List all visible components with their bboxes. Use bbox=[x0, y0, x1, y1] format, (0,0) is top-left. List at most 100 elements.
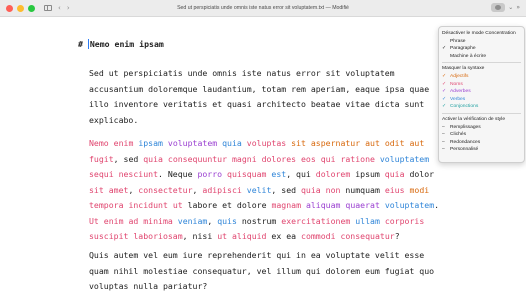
word-token: laboriosam bbox=[133, 231, 183, 241]
word-token: numquam bbox=[345, 184, 385, 195]
paragraph-line: quam nihil molestiae consequatur, vel il… bbox=[89, 265, 435, 276]
word-token: suscipit bbox=[89, 231, 134, 241]
paragraph-line: tempora incidunt ut labore et dolore mag… bbox=[89, 198, 509, 214]
word-token: amet bbox=[108, 184, 129, 195]
menu-item-fillers[interactable]: – Remplissages bbox=[439, 124, 524, 132]
word-token: aut bbox=[409, 138, 425, 148]
menu-item-conjunctions[interactable]: ✓ Conjonctions bbox=[439, 103, 524, 111]
word-token: minima bbox=[143, 215, 178, 226]
word-token: eius bbox=[384, 184, 410, 195]
word-token: ratione bbox=[340, 153, 380, 164]
word-token: ut bbox=[217, 231, 232, 241]
word-token: odit bbox=[384, 138, 410, 148]
word-token: , qui bbox=[286, 169, 316, 179]
word-token: magnam bbox=[271, 200, 306, 210]
menu-item-mask-syntax[interactable]: Masquer la syntaxe bbox=[439, 65, 524, 73]
word-token: ullam bbox=[355, 215, 385, 226]
paragraph-line: sequi nesciunt. Neque porro quisquam est… bbox=[89, 167, 509, 183]
word-token: veniam bbox=[177, 215, 208, 226]
word-token: quia bbox=[384, 169, 410, 179]
word-token: voluptatem bbox=[384, 200, 435, 210]
word-token: velit bbox=[246, 184, 272, 195]
word-token: fugit bbox=[89, 153, 114, 164]
word-token: dolores bbox=[261, 153, 301, 164]
checkmark-icon: ✓ bbox=[442, 81, 447, 87]
word-token: ipsam bbox=[138, 138, 168, 148]
paragraph-3: Quis autem vel eum iure reprehenderit qu… bbox=[89, 248, 509, 295]
menu-separator bbox=[442, 112, 521, 114]
menu-item-label: Noms bbox=[450, 81, 463, 87]
word-token: voluptas bbox=[246, 138, 292, 148]
word-token: ad bbox=[128, 215, 144, 226]
word-token: enim bbox=[103, 215, 129, 226]
menu-item-enable-style-check[interactable]: Activer la vérification de style bbox=[439, 116, 524, 124]
menu-item-paragraph[interactable]: ✓ Paragraphe bbox=[439, 45, 524, 53]
word-token: ut bbox=[172, 200, 188, 210]
word-token: sequi bbox=[89, 169, 119, 179]
menu-item-adverbs[interactable]: ✓ Adverbes bbox=[439, 88, 524, 96]
window-titlebar: ‹ › Sed ut perspiciatis unde omnis iste … bbox=[0, 0, 526, 17]
word-token: commodi bbox=[301, 231, 341, 241]
word-token: dolor bbox=[409, 169, 435, 179]
word-token: porro bbox=[197, 169, 228, 179]
menu-item-cliches[interactable]: – Clichés bbox=[439, 131, 524, 139]
heading-rest: emo enim ipsam bbox=[94, 39, 164, 49]
toolbar-right: ⌄ » bbox=[491, 3, 520, 12]
word-token: eos bbox=[301, 153, 321, 164]
word-token: aspernatur bbox=[310, 138, 366, 148]
menu-item-label: Verbes bbox=[450, 96, 466, 102]
focus-mode-button[interactable] bbox=[491, 3, 506, 12]
dash-icon: – bbox=[442, 132, 445, 138]
zoom-button[interactable] bbox=[28, 4, 35, 12]
menu-item-label: Adverbes bbox=[450, 89, 471, 95]
word-token: adipisci bbox=[202, 184, 247, 195]
close-button[interactable] bbox=[6, 4, 13, 12]
paragraph-line: suscipit laboriosam, nisi ut aliquid ex … bbox=[89, 229, 509, 245]
word-token: labore bbox=[187, 200, 223, 210]
word-token: est bbox=[271, 169, 287, 179]
word-token: nesciunt bbox=[118, 169, 159, 179]
paragraph-line: Quis autem vel eum iure reprehenderit qu… bbox=[89, 250, 425, 260]
forward-button[interactable]: › bbox=[67, 3, 70, 13]
focus-dropdown-icon[interactable]: ⌄ bbox=[508, 4, 513, 11]
word-token: , bbox=[207, 215, 218, 226]
menu-item-phrase[interactable]: Phrase bbox=[439, 38, 524, 46]
word-token: ipsum bbox=[355, 169, 385, 179]
document-heading: # Nemo enim ipsam bbox=[78, 39, 164, 49]
word-token: quia bbox=[143, 153, 168, 164]
word-token: aliquid bbox=[231, 231, 272, 241]
menu-item-label: Adjectifs bbox=[450, 73, 469, 79]
sidebar-toggle-icon[interactable] bbox=[44, 5, 52, 11]
menu-separator bbox=[442, 62, 521, 64]
menu-item-verbs[interactable]: ✓ Verbes bbox=[439, 96, 524, 104]
word-token: qui bbox=[320, 153, 341, 164]
word-token: modi bbox=[409, 184, 430, 195]
checkmark-icon: ✓ bbox=[442, 89, 447, 95]
menu-item-label: Remplissages bbox=[450, 124, 481, 130]
word-token: ea bbox=[286, 231, 302, 241]
word-token: quia bbox=[301, 184, 326, 195]
menu-item-disable-focus[interactable]: Désactiver le mode Concentration bbox=[439, 30, 524, 38]
word-token: et bbox=[222, 200, 237, 210]
checkmark-icon: ✓ bbox=[442, 96, 447, 102]
menu-item-label: Personnalisé bbox=[450, 147, 479, 153]
minimize-button[interactable] bbox=[17, 4, 24, 12]
word-token: Ut bbox=[89, 215, 104, 226]
word-token: consequuntur bbox=[167, 153, 232, 164]
word-token: sit bbox=[291, 138, 311, 148]
menu-item-redundancies[interactable]: – Redondances bbox=[439, 139, 524, 147]
word-token: corporis bbox=[384, 215, 425, 226]
menu-item-custom[interactable]: – Personnalisé bbox=[439, 146, 524, 154]
paragraph-line: voluptas nulla pariatur? bbox=[89, 281, 208, 291]
menu-item-label: Machine à écrire bbox=[450, 53, 487, 59]
menu-item-adjectives[interactable]: ✓ Adjectifs bbox=[439, 73, 524, 81]
menu-item-nouns[interactable]: ✓ Noms bbox=[439, 81, 524, 89]
expand-icon[interactable]: » bbox=[516, 4, 520, 11]
paragraph-line: Ut enim ad minima veniam, quis nostrum e… bbox=[89, 214, 509, 230]
back-button[interactable]: ‹ bbox=[58, 3, 61, 13]
word-token: quaerat bbox=[345, 200, 385, 210]
word-token: , bbox=[192, 184, 203, 195]
menu-item-typewriter[interactable]: Machine à écrire bbox=[439, 53, 524, 61]
word-token: , sed bbox=[271, 184, 301, 195]
word-token: nostrum bbox=[241, 215, 282, 226]
